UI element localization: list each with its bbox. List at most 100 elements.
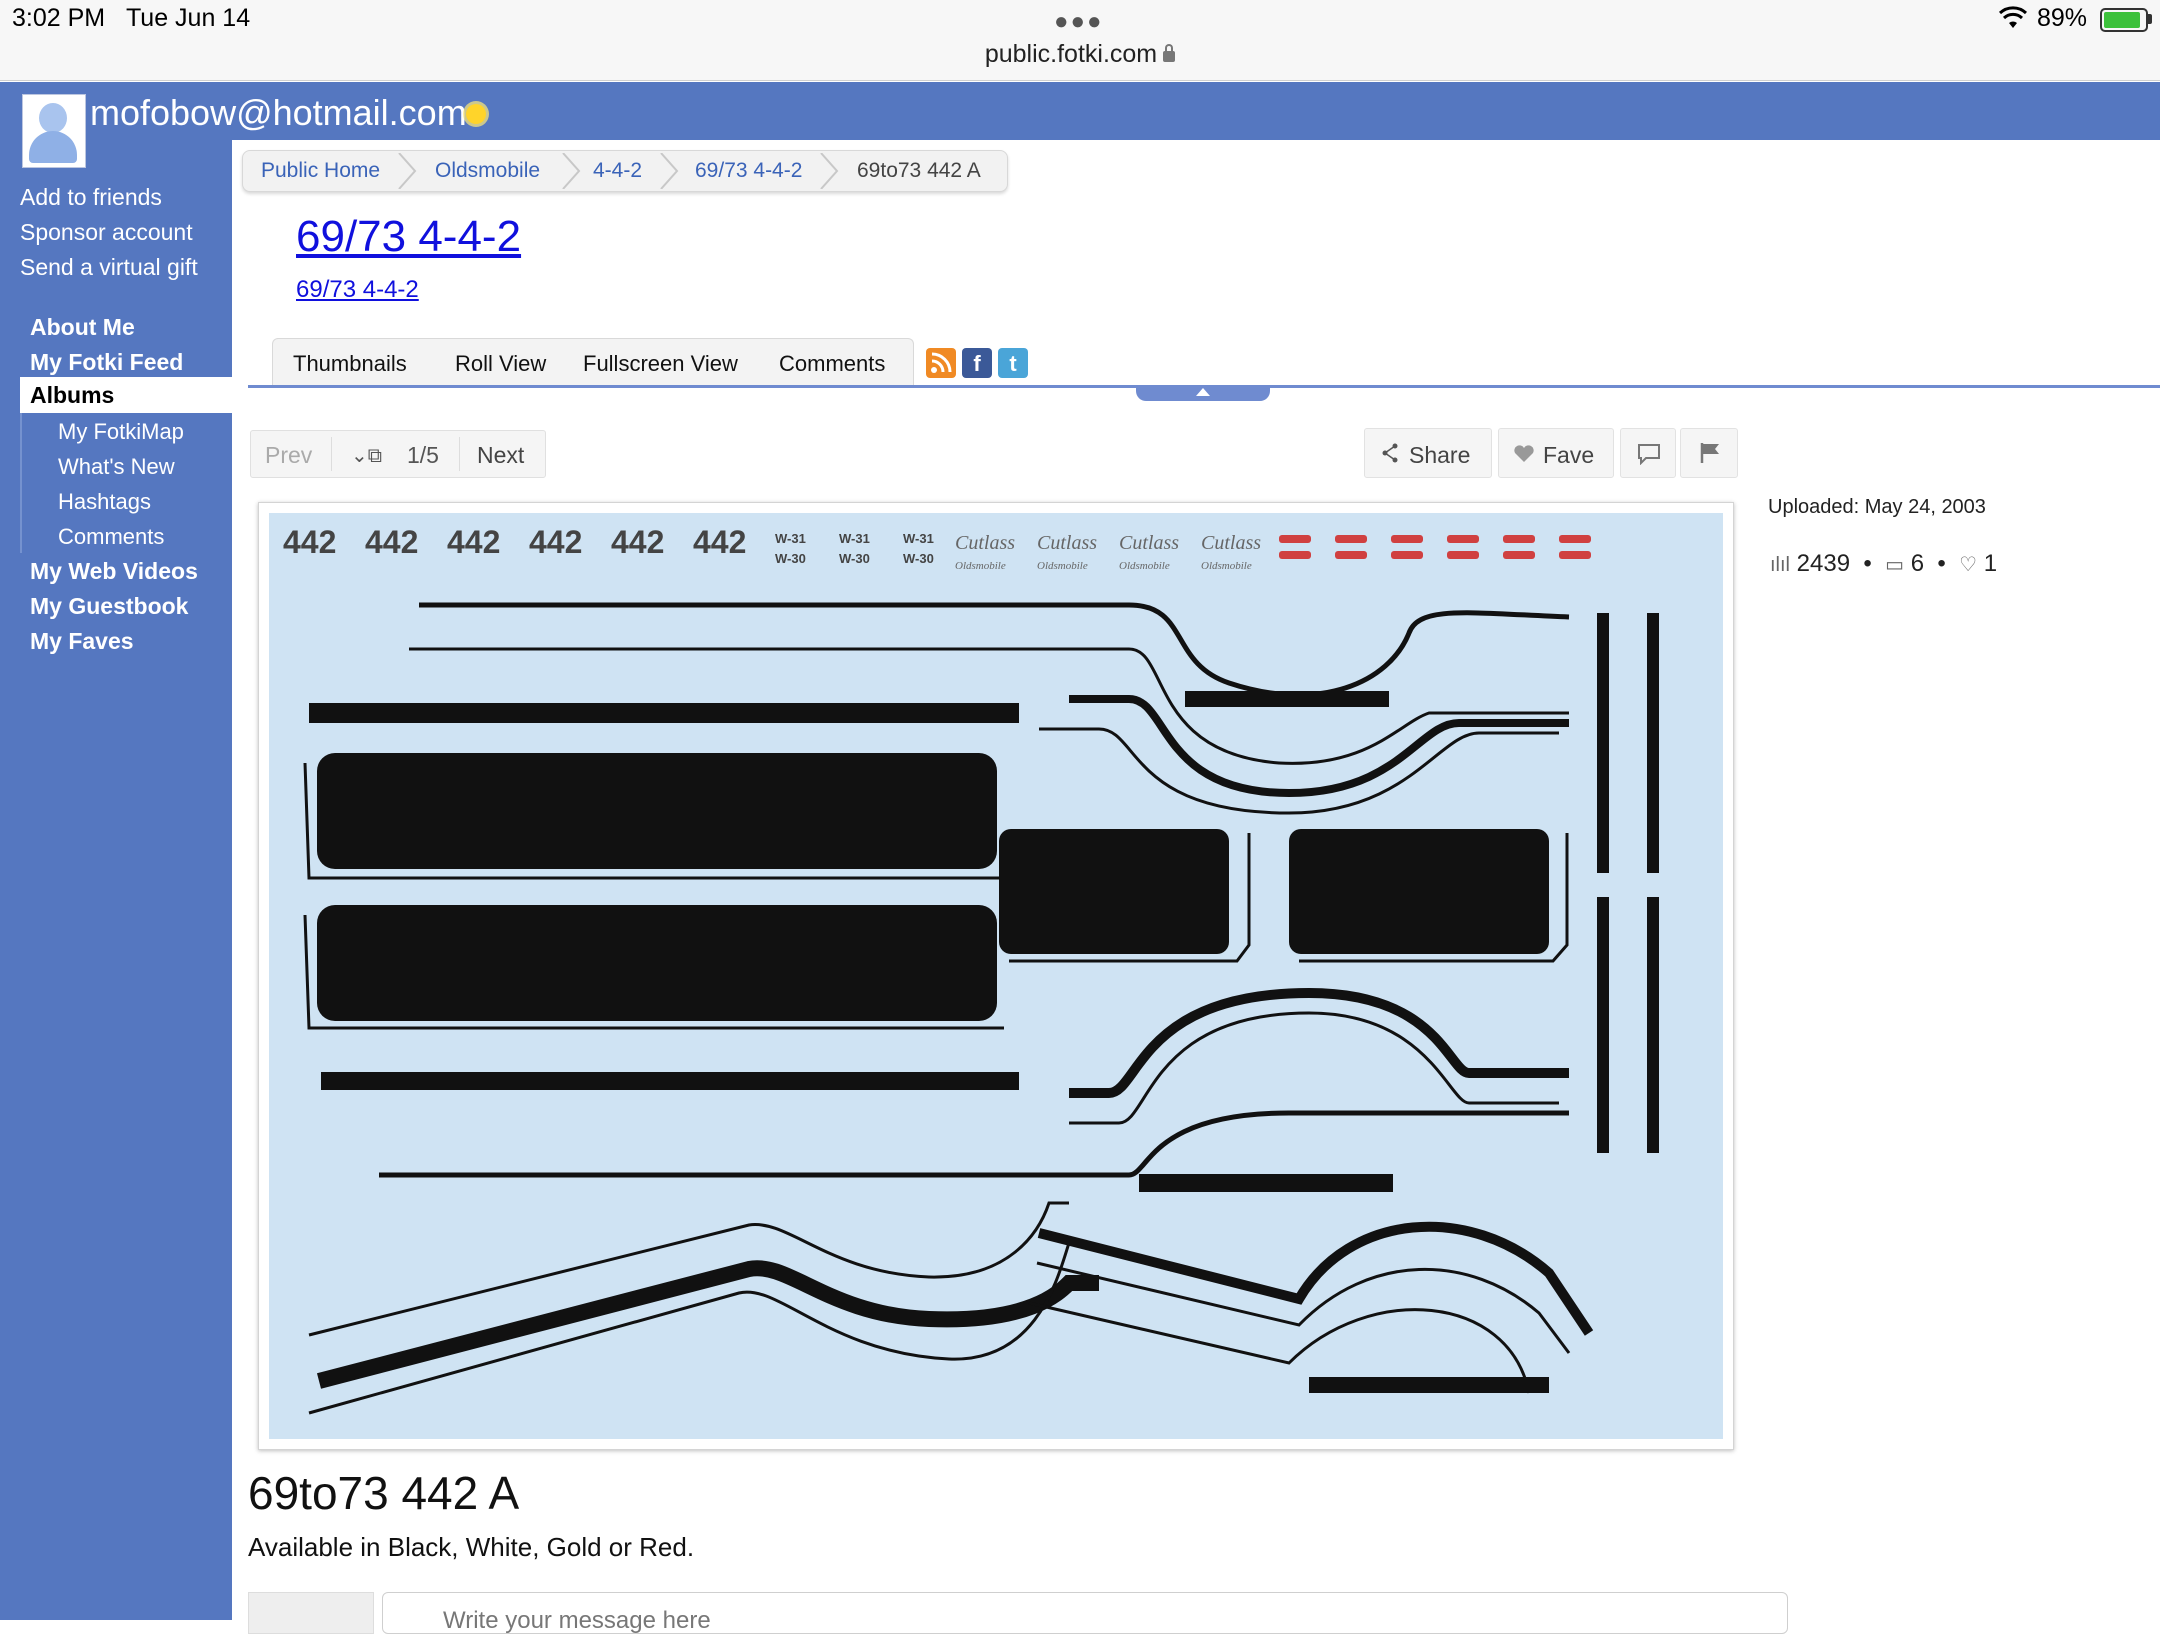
photo-pager: Prev ⌄⧉ 1/5 Next [250,430,546,478]
photo-description: Available in Black, White, Gold or Red. [248,1532,695,1562]
breadcrumb-public-home[interactable]: Public Home [261,151,380,191]
commenter-avatar [248,1592,374,1634]
battery-level-fill [2104,12,2140,28]
tab-thumbnails[interactable]: Thumbnails [293,351,407,377]
decal-cutlass: Cutlass [955,532,1015,554]
add-to-friends-link[interactable]: Add to friends [20,184,162,211]
photo-count: 1/5 [407,442,439,468]
decal-cutlass: Cutlass [1119,532,1179,554]
status-clock: 3:02 PM [12,4,106,32]
sidebar-item-about-me[interactable]: About Me [30,314,135,341]
comment-placeholder: Write your message here [443,1607,711,1634]
avatar-body [29,131,77,163]
comment-icon [1638,444,1660,465]
decal-w30: W-30 [775,551,806,566]
breadcrumb-separator-icon [398,153,417,189]
avatar[interactable] [22,94,86,168]
breadcrumb-separator-icon [562,153,581,189]
decal-sheet-photo[interactable]: 442 442 442 442 442 442 W-31 W-31 W-31 W… [269,513,1723,1439]
twitter-icon[interactable]: t [998,348,1028,378]
breadcrumb-separator-icon [660,153,679,189]
rss-icon[interactable] [926,348,956,378]
sidebar-item-guestbook[interactable]: My Guestbook [30,593,188,620]
tab-options-icon[interactable]: ●●● [1054,8,1104,36]
sidebar-item-fotki-feed[interactable]: My Fotki Feed [30,349,183,376]
view-tabs: Thumbnails Roll View Fullscreen View Com… [272,338,914,385]
photo-stats: ılıl 2439 • ▭ 6 • ♡ 1 [1770,550,1998,577]
wifi-icon [1998,6,2028,28]
photo-frame[interactable]: 442 442 442 442 442 442 W-31 W-31 W-31 W… [258,502,1734,1450]
sidebar-item-albums-label: Albums [30,382,115,408]
sidebar-item-whats-new[interactable]: What's New [58,454,175,480]
photo-title: 69to73 442 A [248,1467,520,1519]
tab-comments[interactable]: Comments [779,351,885,377]
decal-w31: W-31 [839,531,870,546]
battery-percent: 89% [2037,4,2088,32]
comment-count: 6 [1910,550,1925,577]
fave-button[interactable]: Fave [1498,428,1614,478]
battery-tip [2148,14,2152,24]
sidebar-item-faves[interactable]: My Faves [30,628,134,655]
facebook-icon[interactable]: f [962,348,992,378]
username[interactable]: mofobow@hotmail.com [90,92,467,134]
comments-count-icon: ▭ [1885,554,1905,576]
sidebar-item-fotkimap[interactable]: My FotkiMap [58,419,184,445]
sidebar-item-comments[interactable]: Comments [58,524,164,550]
decal-w31: W-31 [903,531,934,546]
address-bar[interactable]: public.fotki.com [0,40,2160,69]
breadcrumb: Public Home Oldsmobile 4-4-2 69/73 4-4-2… [242,150,1008,192]
breadcrumb-album[interactable]: 69/73 4-4-2 [695,151,802,191]
lock-icon [1163,44,1176,62]
decal-442: 442 [447,524,500,560]
sidebar-item-hashtags[interactable]: Hashtags [58,489,151,515]
breadcrumb-oldsmobile[interactable]: Oldsmobile [435,151,540,191]
avatar-head [39,103,67,133]
heart-icon [1514,445,1534,462]
fave-count: 1 [1983,550,1998,577]
report-button[interactable] [1680,428,1738,478]
decal-oldsmobile: Oldsmobile [955,560,1006,572]
decal-sheet-illustration: 442 442 442 442 442 442 W-31 W-31 W-31 W… [283,524,1659,1415]
sponsor-account-link[interactable]: Sponsor account [20,219,193,246]
view-count: 2439 [1796,550,1851,577]
decal-w30: W-30 [903,551,934,566]
sidebar-item-web-videos[interactable]: My Web Videos [30,558,198,585]
fave-label: Fave [1543,442,1595,468]
share-button[interactable]: Share [1364,428,1492,478]
flag-icon [1700,443,1719,463]
decal-w30: W-30 [839,551,870,566]
decal-442: 442 [611,524,664,560]
next-button[interactable]: Next [477,442,524,469]
chevron-up-icon [1196,388,1210,396]
breadcrumb-442[interactable]: 4-4-2 [593,151,642,191]
decal-oldsmobile: Oldsmobile [1037,560,1088,572]
decal-cutlass: Cutlass [1037,532,1097,554]
battery-icon [2100,8,2148,32]
tab-roll-view[interactable]: Roll View [455,351,546,377]
tab-fullscreen-view[interactable]: Fullscreen View [583,351,738,377]
status-date: Tue Jun 14 [125,4,251,32]
status-time: 3:02 PM Tue Jun 14 [12,4,250,33]
photo-count-icon[interactable]: ⌄⧉ [351,443,382,468]
decal-cutlass: Cutlass [1201,532,1261,554]
send-virtual-gift-link[interactable]: Send a virtual gift [20,254,198,281]
online-status-icon [466,104,486,124]
comment-input[interactable]: Write your message here [382,1592,1788,1634]
url-text: public.fotki.com [984,40,1158,68]
decal-442: 442 [365,524,418,560]
breadcrumb-separator-icon [820,153,839,189]
breadcrumb-current-photo: 69to73 442 A [857,159,981,182]
decal-442: 442 [529,524,582,560]
sidebar-subnav-line [20,413,22,553]
album-title[interactable]: 69/73 4-4-2 [296,212,521,262]
comment-button[interactable] [1620,428,1676,478]
decal-oldsmobile: Oldsmobile [1201,560,1252,572]
upload-date: Uploaded: May 24, 2003 [1768,496,1986,518]
prev-button[interactable]: Prev [265,442,312,469]
decal-442: 442 [693,524,746,560]
decal-oldsmobile: Oldsmobile [1119,560,1170,572]
rss-glyph-icon [931,352,952,373]
stripes [303,602,1659,1415]
faves-count-icon: ♡ [1959,554,1978,576]
album-subtitle[interactable]: 69/73 4-4-2 [296,276,419,304]
